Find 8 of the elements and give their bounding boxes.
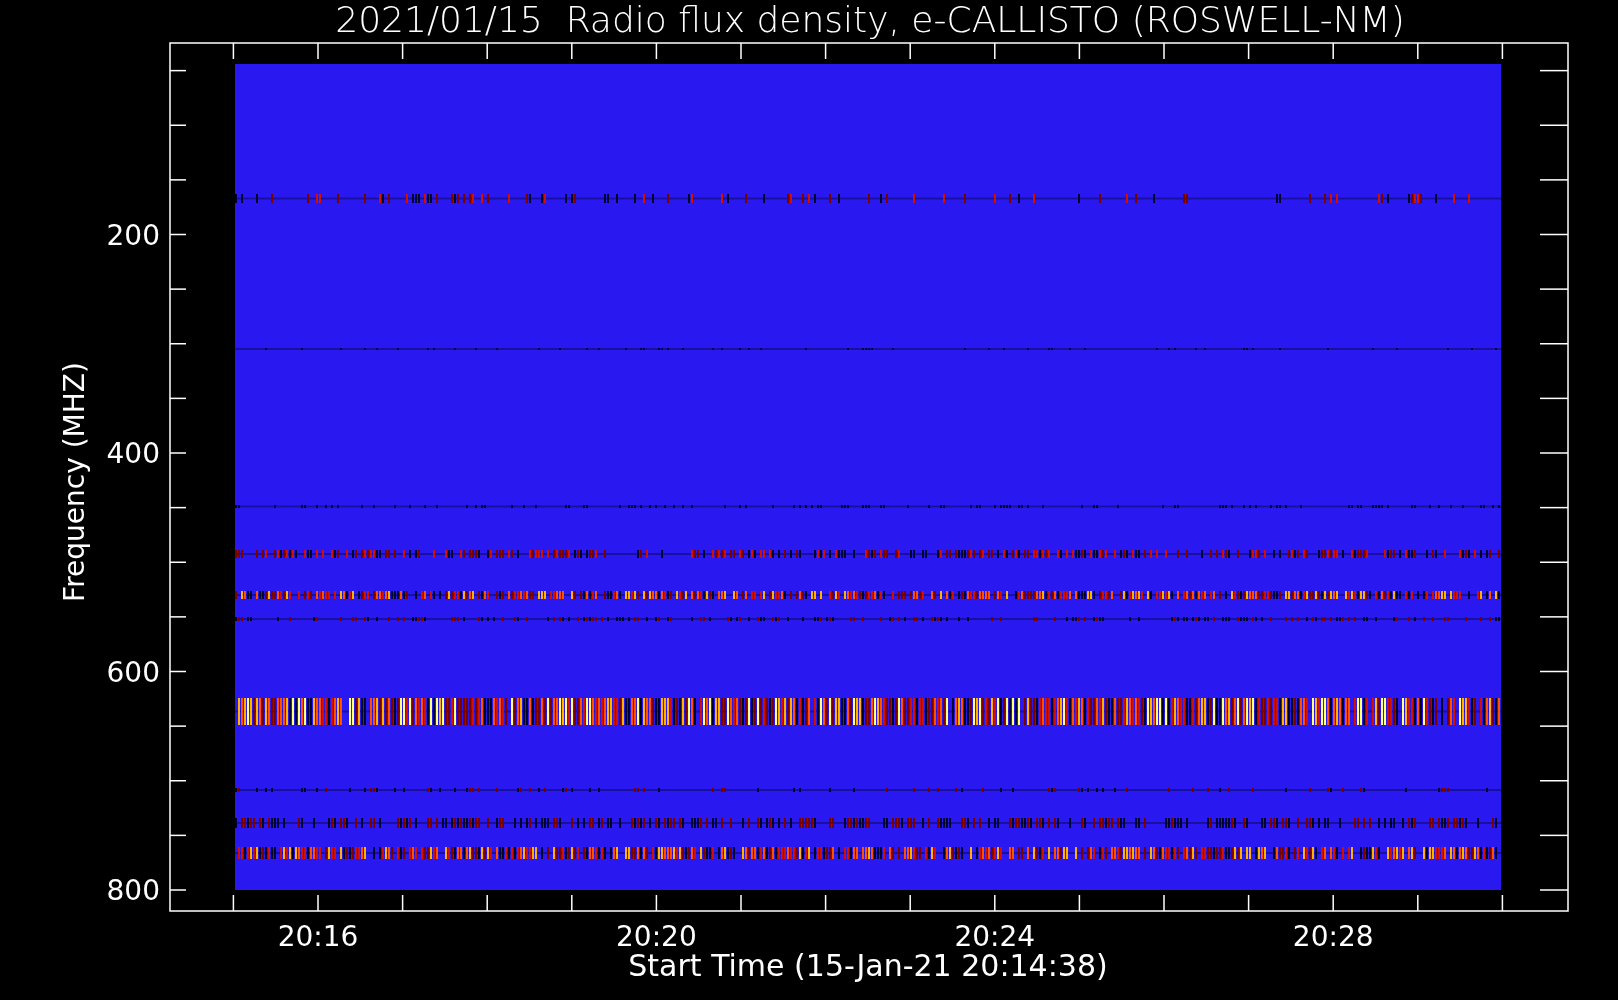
chart-title: 2021/01/15 Radio flux density, e-CALLISTO (ROSWELL-NM) (335, 0, 1405, 40)
y-tick-label: 400 (106, 437, 160, 470)
y-tick-label: 800 (106, 874, 160, 907)
x-tick-label: 20:28 (1292, 920, 1374, 953)
y-axis-title: Frequency (MHZ) (58, 362, 91, 602)
y-tick-label: 200 (106, 218, 160, 252)
y-tick-label: 600 (106, 655, 160, 689)
x-tick-label: 20:16 (277, 920, 359, 953)
